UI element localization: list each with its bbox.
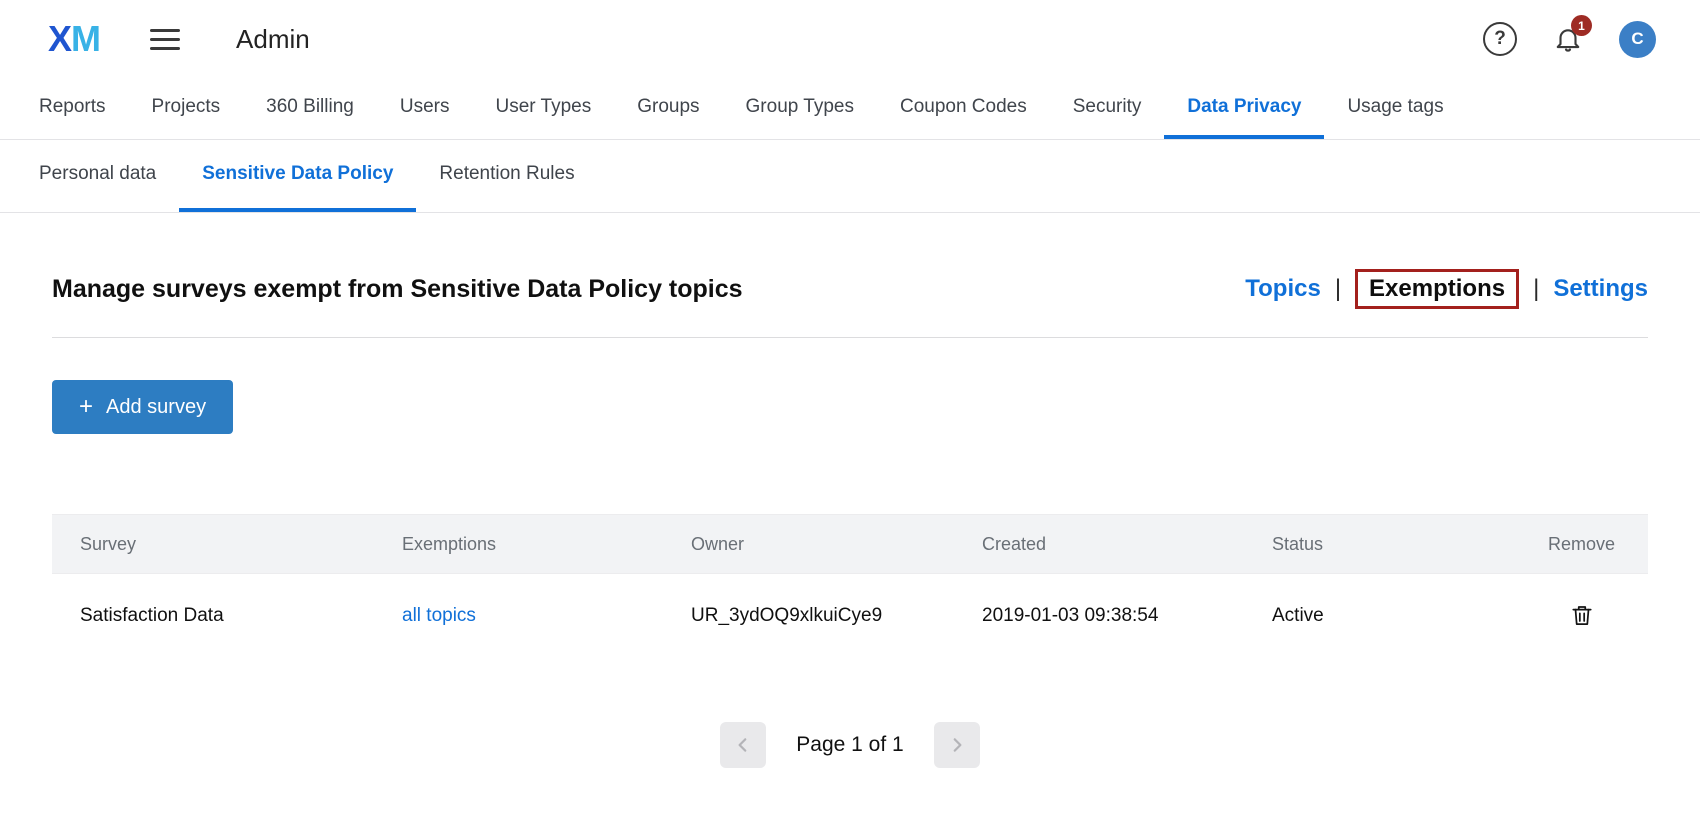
heading-row: Manage surveys exempt from Sensitive Dat… <box>52 269 1648 309</box>
exemptions-table: Survey Exemptions Owner Created Status R… <box>52 514 1648 658</box>
column-header-remove: Remove <box>1515 534 1648 555</box>
previous-page-button[interactable] <box>720 722 766 768</box>
subtab-retention-rules[interactable]: Retention Rules <box>416 140 597 212</box>
trash-icon <box>1569 602 1595 628</box>
notifications-button[interactable]: 1 <box>1553 24 1583 54</box>
admin-primary-nav: Reports Projects 360 Billing Users User … <box>0 78 1700 140</box>
tab-groups[interactable]: Groups <box>614 78 722 139</box>
divider <box>52 337 1648 338</box>
column-header-survey: Survey <box>52 534 374 555</box>
separator: | <box>1335 275 1341 303</box>
subtab-sensitive-data-policy[interactable]: Sensitive Data Policy <box>179 140 416 212</box>
tab-coupon-codes[interactable]: Coupon Codes <box>877 78 1050 139</box>
data-privacy-subnav: Personal data Sensitive Data Policy Rete… <box>0 140 1700 213</box>
xm-logo: X M <box>48 18 100 60</box>
chevron-left-icon <box>734 736 752 754</box>
separator: | <box>1533 275 1539 303</box>
add-survey-button[interactable]: + Add survey <box>52 380 233 434</box>
tab-usage-tags[interactable]: Usage tags <box>1324 78 1466 139</box>
column-header-status: Status <box>1244 534 1515 555</box>
table-header-row: Survey Exemptions Owner Created Status R… <box>52 514 1648 574</box>
topics-link[interactable]: Topics <box>1245 275 1321 303</box>
top-bar-actions: ? 1 C <box>1483 21 1656 58</box>
tab-user-types[interactable]: User Types <box>472 78 614 139</box>
view-switcher: Topics | Exemptions | Settings <box>1245 269 1648 309</box>
created-cell: 2019-01-03 09:38:54 <box>954 605 1244 627</box>
chevron-right-icon <box>948 736 966 754</box>
remove-survey-button[interactable] <box>1565 598 1599 635</box>
column-header-owner: Owner <box>663 534 954 555</box>
page-title-admin: Admin <box>236 24 310 55</box>
status-cell: Active <box>1244 605 1515 627</box>
exemptions-link[interactable]: Exemptions <box>1355 269 1519 309</box>
logo-letter-x: X <box>48 18 71 60</box>
main-content: Manage surveys exempt from Sensitive Dat… <box>0 269 1700 768</box>
top-bar: X M Admin ? 1 C <box>0 0 1700 78</box>
next-page-button[interactable] <box>934 722 980 768</box>
survey-name-cell: Satisfaction Data <box>52 605 374 627</box>
tab-group-types[interactable]: Group Types <box>723 78 877 139</box>
subtab-personal-data[interactable]: Personal data <box>16 140 179 212</box>
settings-link[interactable]: Settings <box>1553 275 1648 303</box>
tab-data-privacy[interactable]: Data Privacy <box>1164 78 1324 139</box>
tab-projects[interactable]: Projects <box>129 78 244 139</box>
plus-icon: + <box>79 395 93 419</box>
help-icon[interactable]: ? <box>1483 22 1517 56</box>
tab-reports[interactable]: Reports <box>16 78 129 139</box>
logo-letter-m: M <box>71 18 100 60</box>
tab-security[interactable]: Security <box>1050 78 1165 139</box>
hamburger-menu-icon[interactable] <box>150 29 180 50</box>
section-heading: Manage surveys exempt from Sensitive Dat… <box>52 275 743 304</box>
add-survey-label: Add survey <box>106 396 206 419</box>
tab-users[interactable]: Users <box>377 78 473 139</box>
notification-badge: 1 <box>1571 15 1592 36</box>
column-header-created: Created <box>954 534 1244 555</box>
pagination: Page 1 of 1 <box>52 722 1648 768</box>
tab-360-billing[interactable]: 360 Billing <box>243 78 377 139</box>
column-header-exemptions: Exemptions <box>374 534 663 555</box>
page-indicator: Page 1 of 1 <box>796 733 903 757</box>
all-topics-link[interactable]: all topics <box>402 605 476 626</box>
owner-cell: UR_3ydOQ9xlkuiCye9 <box>663 605 954 627</box>
avatar[interactable]: C <box>1619 21 1656 58</box>
table-row: Satisfaction Data all topics UR_3ydOQ9xl… <box>52 574 1648 658</box>
